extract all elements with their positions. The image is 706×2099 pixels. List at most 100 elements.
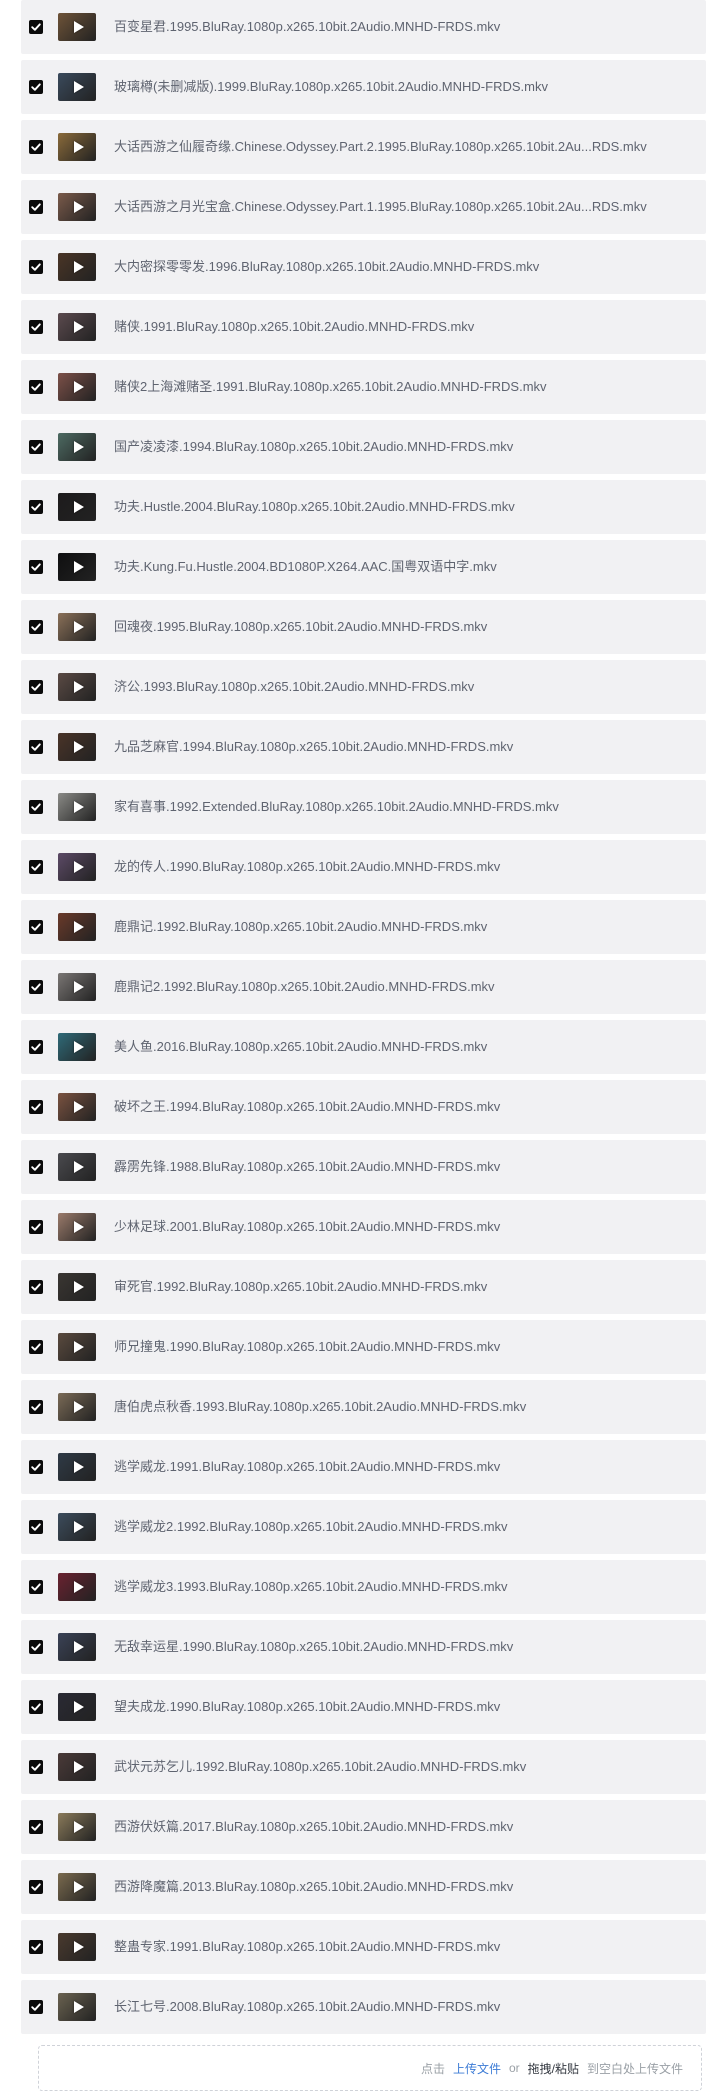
video-thumbnail[interactable] [58,433,96,461]
video-thumbnail[interactable] [58,1453,96,1481]
file-row[interactable]: 无敌幸运星.1990.BluRay.1080p.x265.10bit.2Audi… [21,1620,706,1674]
file-checkbox[interactable] [29,2000,43,2014]
file-row[interactable]: 功夫.Kung.Fu.Hustle.2004.BD1080P.X264.AAC.… [21,540,706,594]
file-row[interactable]: 师兄撞鬼.1990.BluRay.1080p.x265.10bit.2Audio… [21,1320,706,1374]
file-checkbox[interactable] [29,260,43,274]
file-checkbox[interactable] [29,1700,43,1714]
video-thumbnail[interactable] [58,13,96,41]
file-row[interactable]: 武状元苏乞儿.1992.BluRay.1080p.x265.10bit.2Aud… [21,1740,706,1794]
file-row[interactable]: 逃学威龙2.1992.BluRay.1080p.x265.10bit.2Audi… [21,1500,706,1554]
file-row[interactable]: 玻璃樽(未删减版).1999.BluRay.1080p.x265.10bit.2… [21,60,706,114]
video-thumbnail[interactable] [58,193,96,221]
file-checkbox[interactable] [29,1940,43,1954]
file-checkbox[interactable] [29,320,43,334]
video-thumbnail[interactable] [58,1213,96,1241]
video-thumbnail[interactable] [58,1093,96,1121]
video-thumbnail[interactable] [58,553,96,581]
file-checkbox[interactable] [29,1640,43,1654]
file-row[interactable]: 审死官.1992.BluRay.1080p.x265.10bit.2Audio.… [21,1260,706,1314]
file-checkbox[interactable] [29,1400,43,1414]
video-thumbnail[interactable] [58,1933,96,1961]
file-checkbox[interactable] [29,80,43,94]
video-thumbnail[interactable] [58,913,96,941]
video-thumbnail[interactable] [58,1513,96,1541]
video-thumbnail[interactable] [58,253,96,281]
file-row[interactable]: 霹雳先锋.1988.BluRay.1080p.x265.10bit.2Audio… [21,1140,706,1194]
file-row[interactable]: 赌侠.1991.BluRay.1080p.x265.10bit.2Audio.M… [21,300,706,354]
file-row[interactable]: 西游降魔篇.2013.BluRay.1080p.x265.10bit.2Audi… [21,1860,706,1914]
file-checkbox[interactable] [29,1820,43,1834]
file-row[interactable]: 少林足球.2001.BluRay.1080p.x265.10bit.2Audio… [21,1200,706,1254]
file-checkbox[interactable] [29,20,43,34]
video-thumbnail[interactable] [58,1633,96,1661]
video-thumbnail[interactable] [58,1813,96,1841]
file-checkbox[interactable] [29,1040,43,1054]
file-checkbox[interactable] [29,440,43,454]
file-row[interactable]: 济公.1993.BluRay.1080p.x265.10bit.2Audio.M… [21,660,706,714]
file-row[interactable]: 望夫成龙.1990.BluRay.1080p.x265.10bit.2Audio… [21,1680,706,1734]
file-row[interactable]: 逃学威龙.1991.BluRay.1080p.x265.10bit.2Audio… [21,1440,706,1494]
file-checkbox[interactable] [29,1580,43,1594]
file-checkbox[interactable] [29,860,43,874]
video-thumbnail[interactable] [58,1753,96,1781]
file-checkbox[interactable] [29,800,43,814]
video-thumbnail[interactable] [58,373,96,401]
file-checkbox[interactable] [29,1520,43,1534]
file-checkbox[interactable] [29,1220,43,1234]
video-thumbnail[interactable] [58,613,96,641]
file-row[interactable]: 回魂夜.1995.BluRay.1080p.x265.10bit.2Audio.… [21,600,706,654]
video-thumbnail[interactable] [58,1333,96,1361]
file-checkbox[interactable] [29,1340,43,1354]
file-checkbox[interactable] [29,980,43,994]
file-row[interactable]: 大话西游之月光宝盒.Chinese.Odyssey.Part.1.1995.Bl… [21,180,706,234]
file-row[interactable]: 百变星君.1995.BluRay.1080p.x265.10bit.2Audio… [21,0,706,54]
video-thumbnail[interactable] [58,133,96,161]
file-row[interactable]: 大话西游之仙履奇缘.Chinese.Odyssey.Part.2.1995.Bl… [21,120,706,174]
file-row[interactable]: 美人鱼.2016.BluRay.1080p.x265.10bit.2Audio.… [21,1020,706,1074]
file-checkbox[interactable] [29,920,43,934]
upload-drop-zone[interactable]: 点击 上传文件 or 拖拽/粘贴 到空白处上传文件 [38,2045,702,2091]
file-row[interactable]: 龙的传人.1990.BluRay.1080p.x265.10bit.2Audio… [21,840,706,894]
file-checkbox[interactable] [29,740,43,754]
file-checkbox[interactable] [29,680,43,694]
video-thumbnail[interactable] [58,1033,96,1061]
video-thumbnail[interactable] [58,1573,96,1601]
video-thumbnail[interactable] [58,733,96,761]
file-row[interactable]: 整蛊专家.1991.BluRay.1080p.x265.10bit.2Audio… [21,1920,706,1974]
video-thumbnail[interactable] [58,1873,96,1901]
file-checkbox[interactable] [29,500,43,514]
video-thumbnail[interactable] [58,793,96,821]
file-row[interactable]: 功夫.Hustle.2004.BluRay.1080p.x265.10bit.2… [21,480,706,534]
file-row[interactable]: 鹿鼎记.1992.BluRay.1080p.x265.10bit.2Audio.… [21,900,706,954]
file-row[interactable]: 九品芝麻官.1994.BluRay.1080p.x265.10bit.2Audi… [21,720,706,774]
file-row[interactable]: 鹿鼎记2.1992.BluRay.1080p.x265.10bit.2Audio… [21,960,706,1014]
file-row[interactable]: 赌侠2上海滩赌圣.1991.BluRay.1080p.x265.10bit.2A… [21,360,706,414]
video-thumbnail[interactable] [58,1153,96,1181]
file-row[interactable]: 大内密探零零发.1996.BluRay.1080p.x265.10bit.2Au… [21,240,706,294]
file-checkbox[interactable] [29,620,43,634]
file-row[interactable]: 破坏之王.1994.BluRay.1080p.x265.10bit.2Audio… [21,1080,706,1134]
file-row[interactable]: 逃学威龙3.1993.BluRay.1080p.x265.10bit.2Audi… [21,1560,706,1614]
file-checkbox[interactable] [29,1280,43,1294]
file-checkbox[interactable] [29,560,43,574]
video-thumbnail[interactable] [58,313,96,341]
video-thumbnail[interactable] [58,493,96,521]
file-row[interactable]: 唐伯虎点秋香.1993.BluRay.1080p.x265.10bit.2Aud… [21,1380,706,1434]
file-checkbox[interactable] [29,1460,43,1474]
file-checkbox[interactable] [29,1880,43,1894]
file-row[interactable]: 西游伏妖篇.2017.BluRay.1080p.x265.10bit.2Audi… [21,1800,706,1854]
file-checkbox[interactable] [29,140,43,154]
file-checkbox[interactable] [29,1760,43,1774]
upload-file-link[interactable]: 上传文件 [453,2060,501,2077]
video-thumbnail[interactable] [58,673,96,701]
file-checkbox[interactable] [29,1160,43,1174]
file-row[interactable]: 长江七号.2008.BluRay.1080p.x265.10bit.2Audio… [21,1980,706,2034]
video-thumbnail[interactable] [58,973,96,1001]
file-checkbox[interactable] [29,380,43,394]
video-thumbnail[interactable] [58,1993,96,2021]
video-thumbnail[interactable] [58,1393,96,1421]
video-thumbnail[interactable] [58,73,96,101]
video-thumbnail[interactable] [58,1273,96,1301]
file-row[interactable]: 家有喜事.1992.Extended.BluRay.1080p.x265.10b… [21,780,706,834]
file-checkbox[interactable] [29,1100,43,1114]
